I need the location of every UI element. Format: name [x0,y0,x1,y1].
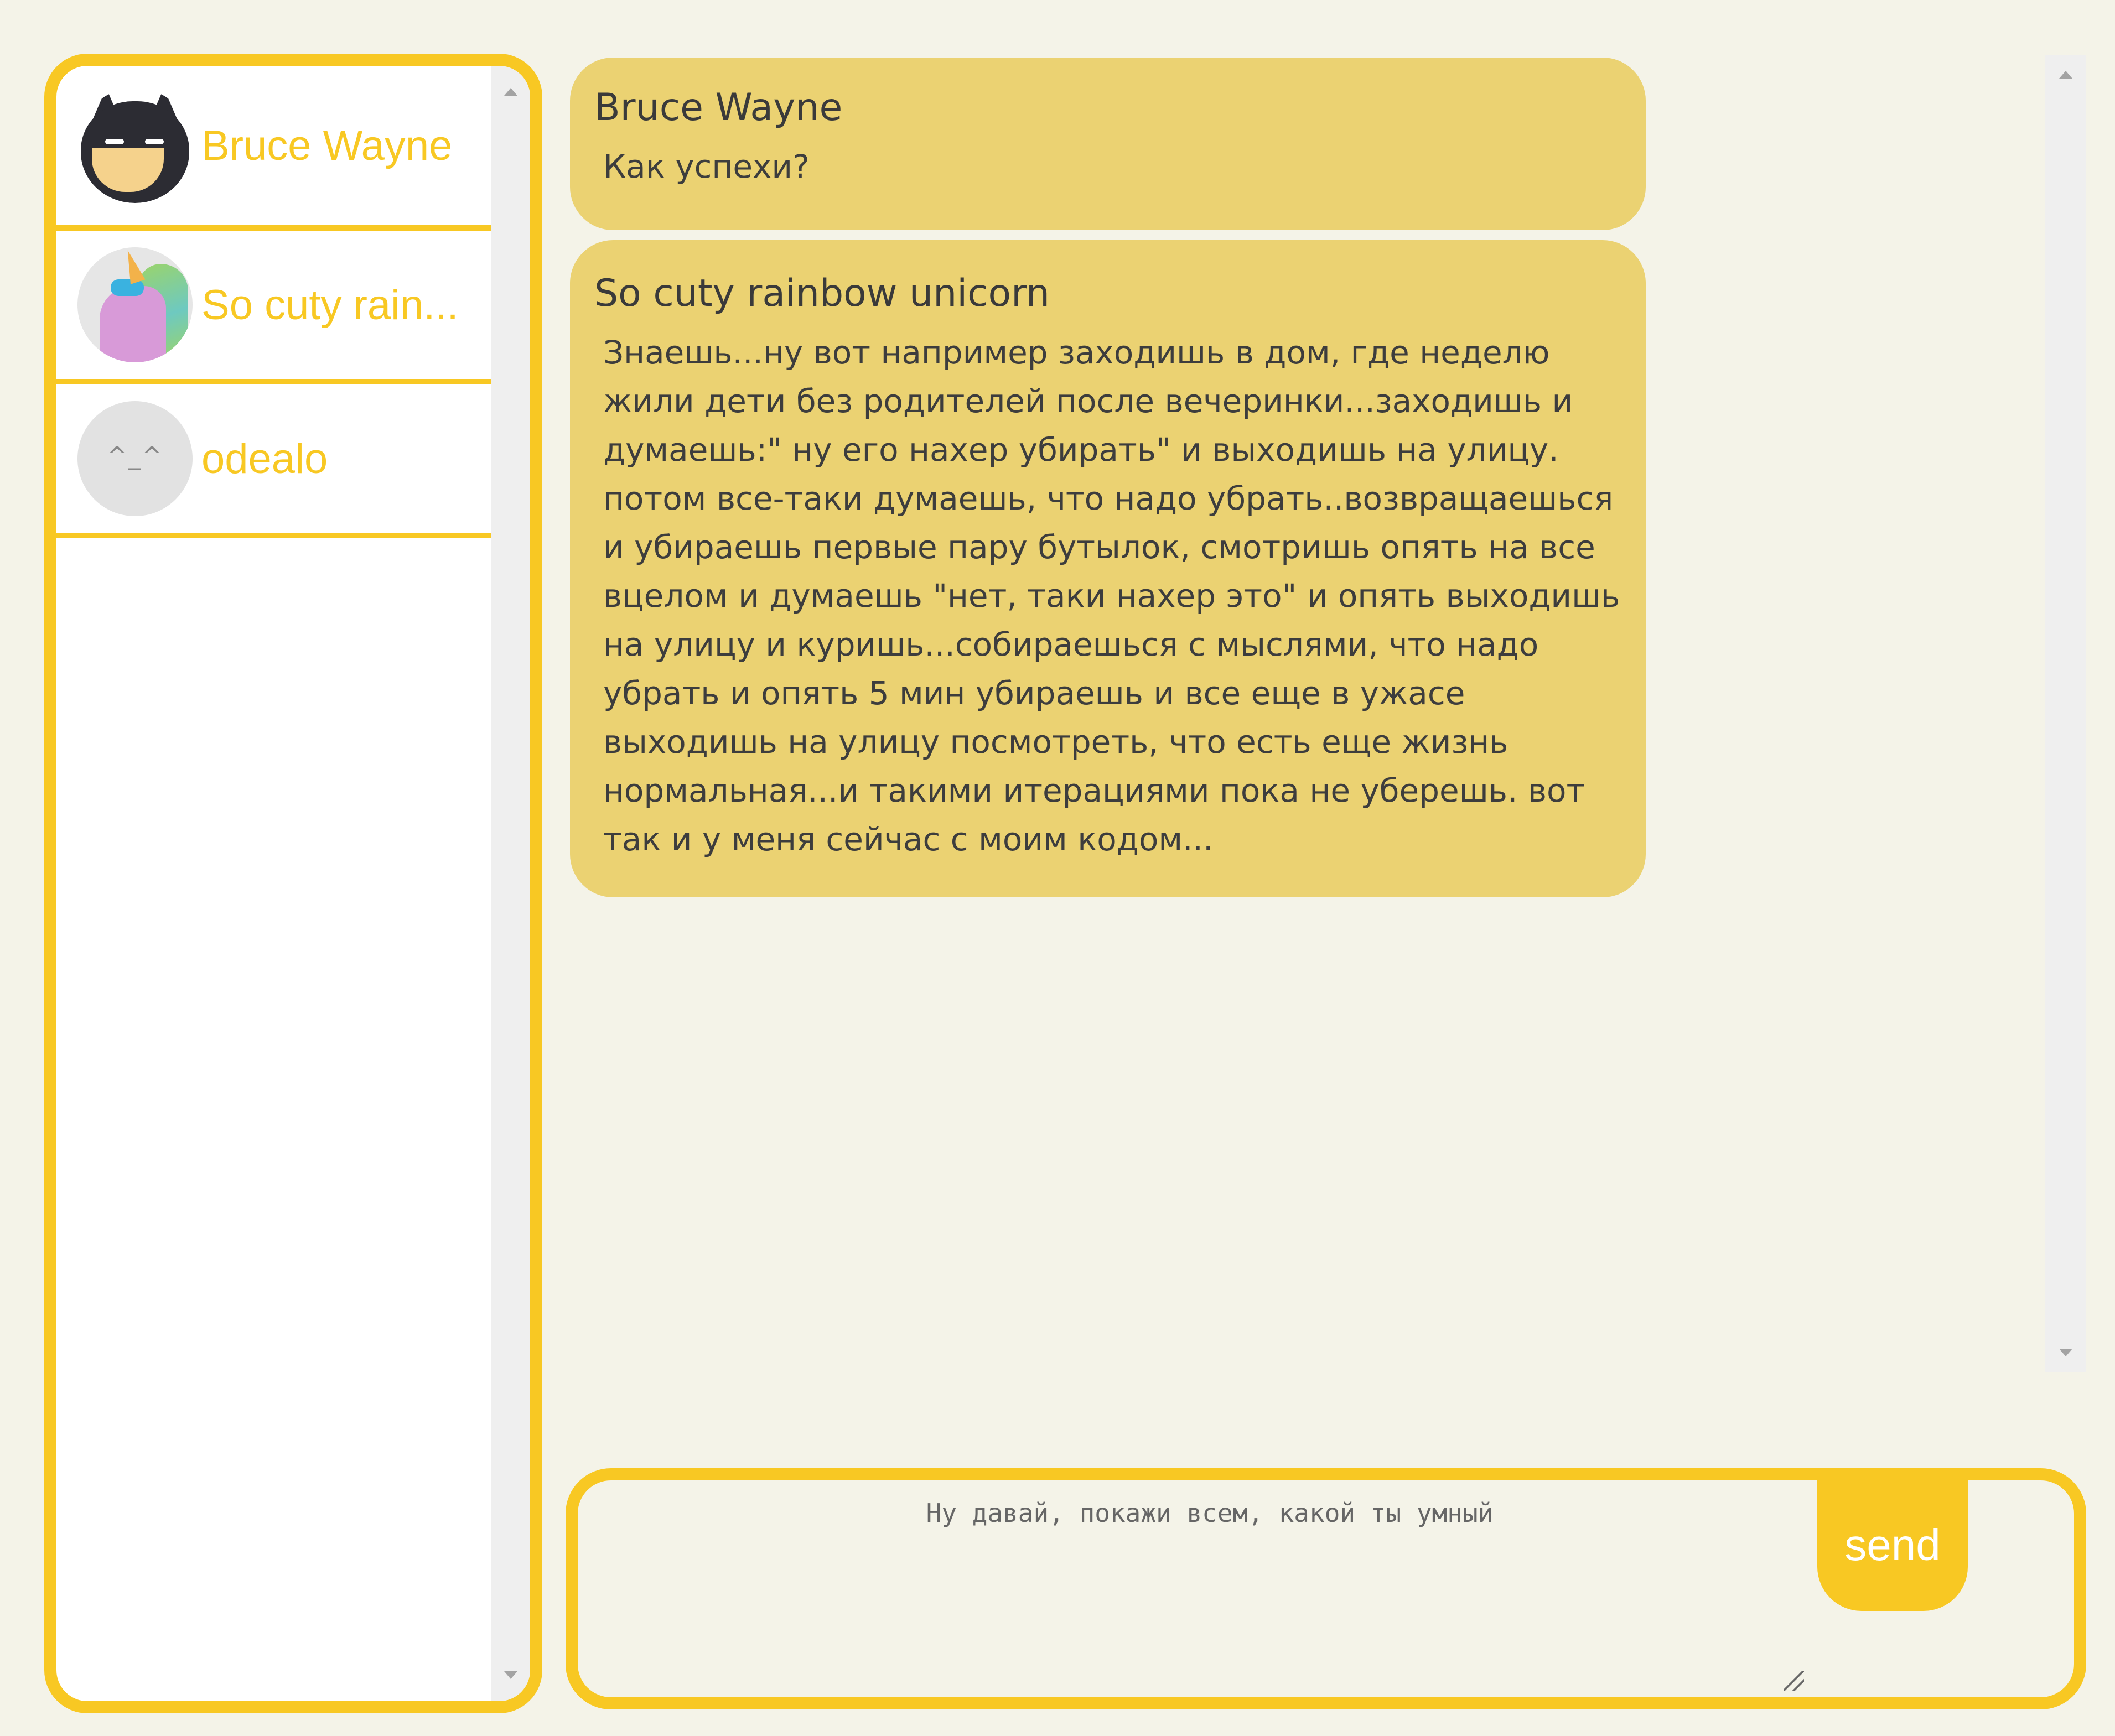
compose-box: send [566,1468,2086,1709]
unicorn-avatar-icon [77,247,193,362]
resize-grip-icon[interactable] [1784,1671,1804,1691]
contacts-list: Bruce Wayne So cuty rain... ^_^ odealo [56,66,491,1701]
contact-item-odealo[interactable]: ^_^ odealo [56,384,491,538]
message-input[interactable] [600,1497,1819,1687]
send-button[interactable]: send [1817,1479,1968,1611]
contact-item-unicorn[interactable]: So cuty rain... [56,231,491,384]
scroll-down-arrow-icon[interactable] [504,1671,517,1679]
messages-area: Bruce Wayne Как успехи? So cuty rainbow … [570,55,2086,1372]
contact-item-bruce-wayne[interactable]: Bruce Wayne [56,66,491,231]
message-bubble: So cuty rainbow unicorn Знаешь...ну вот … [570,240,1646,897]
contact-name: odealo [201,435,328,482]
contact-name: So cuty rain... [201,281,459,329]
message-text: Знаешь...ну вот например заходишь в дом,… [603,333,1620,858]
avatar-face: ^_^ [107,442,163,470]
default-face-avatar-icon: ^_^ [77,401,193,516]
contact-name: Bruce Wayne [201,122,453,169]
message-author: So cuty rainbow unicorn [594,272,1050,315]
message-bubble: Bruce Wayne Как успехи? [570,58,1646,230]
scroll-up-arrow-icon[interactable] [504,88,517,96]
batman-avatar-icon [77,88,193,203]
scroll-down-arrow-icon[interactable] [2059,1349,2072,1356]
message-author: Bruce Wayne [594,86,843,129]
scroll-up-arrow-icon[interactable] [2059,71,2072,79]
contacts-panel: Bruce Wayne So cuty rain... ^_^ odealo [44,54,542,1713]
message-text: Как успехи? [603,147,810,185]
contacts-scrollbar[interactable] [491,66,530,1701]
messages-scrollbar[interactable] [2045,55,2086,1372]
